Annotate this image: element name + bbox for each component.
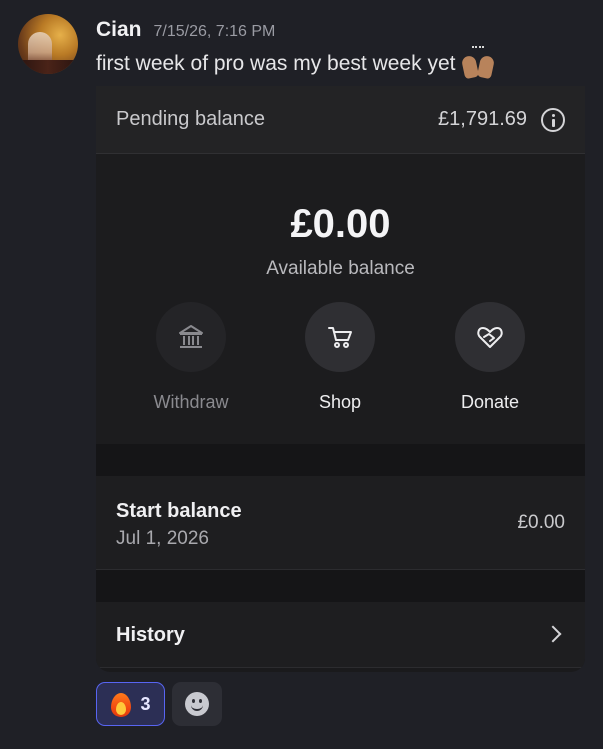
pending-balance-amount: £1,791.69 bbox=[438, 108, 527, 130]
shop-label: Shop bbox=[318, 392, 362, 412]
heart-hands-icon bbox=[477, 327, 503, 348]
info-icon[interactable] bbox=[541, 107, 565, 132]
timestamp: 7/15/26, 7:16 PM bbox=[153, 23, 276, 40]
history-row[interactable]: History bbox=[96, 602, 585, 668]
fire-icon bbox=[110, 691, 132, 717]
message-content: first week of pro was my best week yet bbox=[96, 46, 496, 80]
history-label: History bbox=[116, 624, 185, 646]
message-header: Cian 7/15/26, 7:16 PM bbox=[96, 18, 275, 42]
add-reaction-icon bbox=[185, 692, 209, 716]
bank-icon-circle bbox=[156, 302, 226, 372]
username[interactable]: Cian bbox=[96, 18, 142, 42]
withdraw-label: Withdraw bbox=[153, 392, 229, 412]
avatar[interactable] bbox=[18, 14, 78, 74]
pending-balance-row: Pending balance £1,791.69 bbox=[96, 86, 585, 154]
chevron-right-icon bbox=[544, 625, 562, 643]
raising-hands-icon bbox=[461, 46, 496, 80]
cart-icon-circle bbox=[305, 302, 375, 372]
message-text: first week of pro was my best week yet bbox=[96, 52, 456, 75]
heart-hands-icon-circle bbox=[455, 302, 525, 372]
shop-button[interactable]: Shop bbox=[270, 302, 410, 413]
start-balance-amount: £0.00 bbox=[517, 512, 565, 533]
available-balance-label: Available balance bbox=[266, 258, 415, 279]
bank-icon bbox=[179, 325, 203, 348]
avatar-piano bbox=[18, 60, 78, 74]
withdraw-button[interactable]: Withdraw bbox=[121, 302, 261, 413]
reaction-count: 3 bbox=[140, 693, 151, 714]
donate-label: Donate bbox=[460, 392, 520, 412]
add-reaction-button[interactable] bbox=[172, 682, 222, 726]
balance-card: Pending balance £1,791.69 £0.00 Availabl… bbox=[96, 86, 585, 672]
start-balance-row: Start balance Jul 1, 2026 £0.00 bbox=[96, 476, 585, 570]
available-balance-section: £0.00 Available balance Withdraw Shop Do… bbox=[96, 154, 585, 444]
section-divider bbox=[96, 570, 585, 602]
donate-button[interactable]: Donate bbox=[420, 302, 560, 413]
start-balance-title: Start balance bbox=[116, 500, 242, 522]
pending-balance-label: Pending balance bbox=[116, 108, 266, 130]
fire-reaction-button[interactable]: 3 bbox=[96, 682, 165, 726]
start-balance-date: Jul 1, 2026 bbox=[116, 528, 209, 549]
cart-icon bbox=[328, 327, 352, 348]
section-divider bbox=[96, 444, 585, 476]
available-balance-amount: £0.00 bbox=[290, 202, 391, 246]
